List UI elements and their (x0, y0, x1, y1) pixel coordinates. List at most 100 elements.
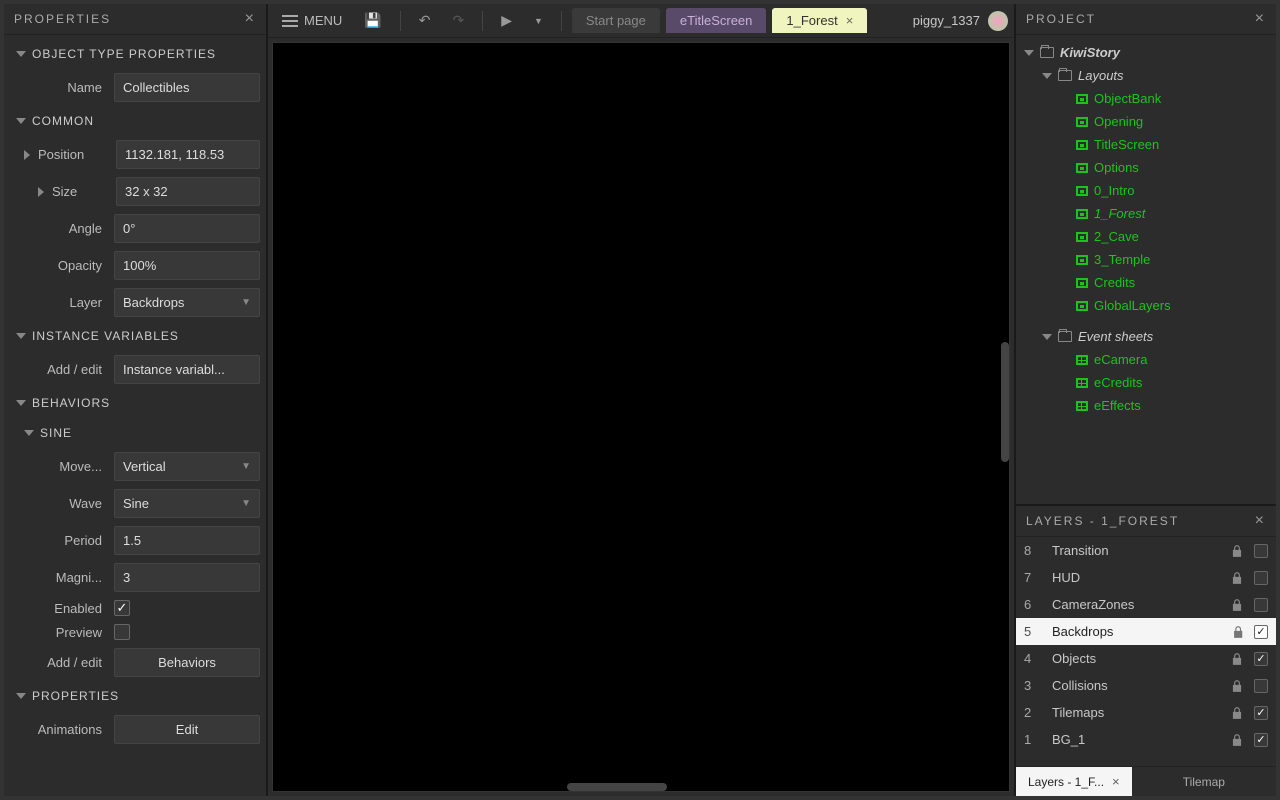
select-wave[interactable]: Sine▼ (114, 489, 260, 518)
tab-start-page[interactable]: Start page (572, 8, 660, 33)
play-dropdown-icon[interactable]: ▼ (526, 12, 551, 30)
folder-icon (1058, 70, 1072, 81)
play-icon[interactable]: ▶ (493, 8, 520, 33)
tree-item[interactable]: Opening (1020, 110, 1272, 133)
checkbox-visible[interactable]: ✓ (1254, 706, 1268, 720)
properties-title: PROPERTIES (14, 12, 111, 26)
checkbox-visible[interactable]: ✓ (1254, 652, 1268, 666)
layer-number: 5 (1024, 624, 1042, 639)
tree-item[interactable]: Options (1020, 156, 1272, 179)
tree-item[interactable]: Event sheets (1020, 325, 1272, 348)
checkbox-visible[interactable] (1254, 544, 1268, 558)
tree-item[interactable]: ObjectBank (1020, 87, 1272, 110)
tab-layers[interactable]: Layers - 1_F...× (1016, 767, 1132, 796)
layer-row[interactable]: 4 Objects ✓ (1016, 645, 1276, 672)
layout-icon (1076, 232, 1088, 242)
section-object-type[interactable]: OBJECT TYPE PROPERTIES (10, 39, 260, 69)
scrollbar-horizontal[interactable] (567, 783, 667, 791)
checkbox-enabled[interactable]: ✓ (114, 600, 130, 616)
close-icon[interactable]: × (245, 10, 256, 28)
tree-item[interactable]: 1_Forest (1020, 202, 1272, 225)
lock-icon[interactable] (1230, 652, 1244, 666)
scrollbar-vertical[interactable] (1001, 342, 1009, 462)
tree-item[interactable]: 0_Intro (1020, 179, 1272, 202)
label-size: Size (52, 184, 108, 199)
username: piggy_1337 (913, 13, 980, 28)
sheet-icon (1076, 401, 1088, 411)
menu-button[interactable]: MENU (274, 9, 350, 32)
unlock-icon[interactable] (1230, 625, 1244, 639)
input-opacity[interactable]: 100% (114, 251, 260, 280)
input-period[interactable]: 1.5 (114, 526, 260, 555)
layers-header: LAYERS - 1_FOREST × (1016, 506, 1276, 537)
layout-canvas[interactable] (272, 42, 1010, 792)
tree-item[interactable]: 3_Temple (1020, 248, 1272, 271)
layers-title: LAYERS - 1_FOREST (1026, 514, 1179, 528)
section-instance-vars[interactable]: INSTANCE VARIABLES (10, 321, 260, 351)
select-layer[interactable]: Backdrops▼ (114, 288, 260, 317)
input-size[interactable]: 32 x 32 (116, 177, 260, 206)
chevron-down-icon: ▼ (241, 498, 251, 509)
checkbox-visible[interactable]: ✓ (1254, 625, 1268, 639)
chevron-right-icon[interactable] (38, 187, 44, 197)
lock-icon[interactable] (1230, 733, 1244, 747)
tree-label: eCredits (1094, 375, 1142, 390)
section-common[interactable]: COMMON (10, 106, 260, 136)
tree-item[interactable]: 2_Cave (1020, 225, 1272, 248)
layer-row[interactable]: 5 Backdrops ✓ (1016, 618, 1276, 645)
input-angle[interactable]: 0° (114, 214, 260, 243)
section-properties[interactable]: PROPERTIES (10, 681, 260, 711)
checkbox-preview[interactable] (114, 624, 130, 640)
checkbox-visible[interactable] (1254, 679, 1268, 693)
select-movement[interactable]: Vertical▼ (114, 452, 260, 481)
tab-event-sheet[interactable]: eTitleScreen (666, 8, 767, 33)
lock-icon[interactable] (1230, 598, 1244, 612)
checkbox-visible[interactable] (1254, 571, 1268, 585)
close-icon[interactable]: × (1255, 10, 1266, 28)
burger-icon (282, 15, 298, 27)
layer-row[interactable]: 2 Tilemaps ✓ (1016, 699, 1276, 726)
button-instance-vars[interactable]: Instance variabl... (114, 355, 260, 384)
tree-item[interactable]: Layouts (1020, 64, 1272, 87)
section-sine[interactable]: SINE (10, 418, 260, 448)
lock-icon[interactable] (1230, 544, 1244, 558)
layer-row[interactable]: 1 BG_1 ✓ (1016, 726, 1276, 753)
tree-item[interactable]: eEffects (1020, 394, 1272, 417)
close-icon[interactable]: × (846, 13, 854, 28)
lock-icon[interactable] (1230, 571, 1244, 585)
undo-icon[interactable]: ↶ (411, 8, 439, 33)
button-edit[interactable]: Edit (114, 715, 260, 744)
tab-tilemap[interactable]: Tilemap (1132, 767, 1276, 796)
tree-item[interactable]: eCredits (1020, 371, 1272, 394)
input-name[interactable]: Collectibles (114, 73, 260, 102)
layer-row[interactable]: 3 Collisions (1016, 672, 1276, 699)
layer-row[interactable]: 6 CameraZones (1016, 591, 1276, 618)
checkbox-visible[interactable]: ✓ (1254, 733, 1268, 747)
close-icon[interactable]: × (1112, 774, 1120, 789)
tree-item[interactable]: TitleScreen (1020, 133, 1272, 156)
save-icon[interactable]: 💾 (356, 8, 389, 33)
layer-row[interactable]: 8 Transition (1016, 537, 1276, 564)
label-addedit-behaviors: Add / edit (10, 655, 106, 670)
lock-icon[interactable] (1230, 679, 1244, 693)
tree-item[interactable]: Credits (1020, 271, 1272, 294)
lock-icon[interactable] (1230, 706, 1244, 720)
layer-name: Transition (1052, 543, 1220, 558)
redo-icon[interactable]: ↷ (444, 8, 472, 33)
chevron-right-icon[interactable] (24, 150, 30, 160)
avatar-icon[interactable] (988, 11, 1008, 31)
tree-item[interactable]: GlobalLayers (1020, 294, 1272, 317)
toolbar: MENU 💾 ↶ ↷ ▶ ▼ Start page eTitleScreen 1… (268, 4, 1014, 38)
input-position[interactable]: 1132.181, 118.53 (116, 140, 260, 169)
tree-item[interactable]: KiwiStory (1020, 41, 1272, 64)
tab-layout-active[interactable]: 1_Forest× (772, 8, 867, 33)
input-magnitude[interactable]: 3 (114, 563, 260, 592)
button-behaviors[interactable]: Behaviors (114, 648, 260, 677)
section-behaviors[interactable]: BEHAVIORS (10, 388, 260, 418)
layer-row[interactable]: 7 HUD (1016, 564, 1276, 591)
tree-item[interactable]: eCamera (1020, 348, 1272, 371)
label-animations: Animations (10, 722, 106, 737)
close-icon[interactable]: × (1255, 512, 1266, 530)
checkbox-visible[interactable] (1254, 598, 1268, 612)
label-opacity: Opacity (10, 258, 106, 273)
